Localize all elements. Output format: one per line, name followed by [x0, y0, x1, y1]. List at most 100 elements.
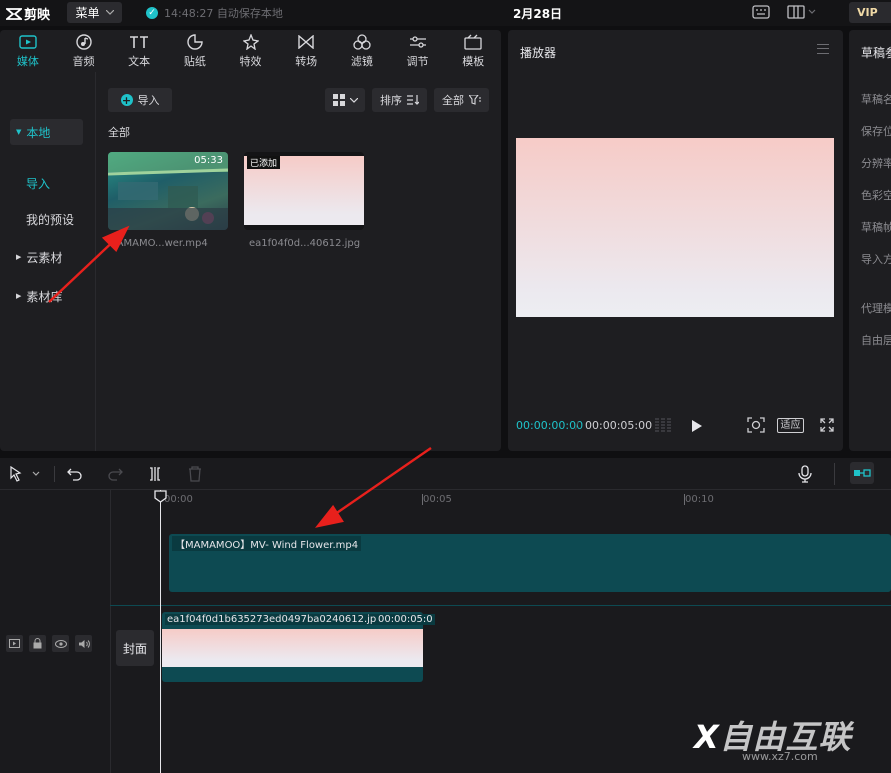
eye-icon[interactable]	[52, 635, 69, 652]
tab-label: 转场	[295, 54, 318, 68]
tab-label: 滤镜	[350, 54, 373, 68]
player-title: 播放器	[520, 46, 557, 60]
media-sidebar: ▼ 本地 导入 我的预设 ▶ 云素材 ▶ 素材库	[0, 72, 96, 451]
watermark-url: www.xz7.com	[742, 750, 818, 763]
transition-icon	[298, 34, 314, 50]
tab-label: 贴纸	[183, 54, 206, 68]
fit-ratio-button[interactable]: 适应	[777, 418, 804, 433]
draft-panel-title: 草稿参	[861, 46, 891, 60]
view-mode-button[interactable]	[325, 88, 365, 112]
template-icon	[464, 34, 482, 50]
added-badge: 已添加	[247, 156, 281, 169]
tab-sticker[interactable]: 贴纸	[167, 30, 223, 72]
waveform-icon[interactable]	[654, 418, 674, 432]
keyboard-icon[interactable]	[752, 5, 770, 19]
tab-filter[interactable]: 滤镜	[334, 30, 390, 72]
tab-transition[interactable]: 转场	[278, 30, 334, 72]
effects-icon	[242, 33, 259, 50]
sort-icon	[407, 95, 419, 105]
media-item-image-name: ea1f04f0d...40612.jpg	[249, 238, 361, 249]
player-panel: 播放器 00:00:00:00 / 00:00:05:00 适应	[508, 30, 843, 451]
redo-icon[interactable]	[107, 466, 123, 482]
sidebar-item-library[interactable]: ▶ 素材库	[10, 283, 83, 309]
draft-settings-panel: 草稿参 草稿名 保存位 分辨率 色彩空 草稿帧 导入方 代理模 自由层	[849, 30, 891, 451]
filter-icon	[353, 33, 371, 50]
draft-field: 保存位	[861, 125, 891, 138]
adjust-icon	[409, 34, 427, 50]
select-tool-icon[interactable]	[9, 466, 43, 482]
layout-icon[interactable]	[787, 5, 817, 19]
draft-field: 草稿名	[861, 93, 891, 106]
draft-field: 色彩空	[861, 189, 891, 202]
filter-button[interactable]: 全部	[434, 88, 489, 112]
sort-button[interactable]: 排序	[372, 88, 427, 112]
tab-label: 音频	[72, 54, 95, 68]
ruler-tick-label: 00:00	[164, 494, 193, 505]
media-item-image[interactable]: 已添加	[244, 152, 364, 230]
sticker-icon	[187, 33, 203, 50]
draft-field: 代理模	[861, 302, 891, 315]
tab-template[interactable]: 模板	[445, 30, 501, 72]
vip-button[interactable]: VIP	[849, 2, 891, 23]
media-item-video-name: MAMAMO...wer.mp4	[108, 238, 208, 249]
delete-icon[interactable]	[187, 466, 203, 482]
link-toggle-button[interactable]	[850, 462, 874, 484]
tab-label: 媒体	[16, 54, 39, 68]
playhead[interactable]	[160, 490, 161, 773]
timeline-toolbar	[0, 458, 891, 490]
tab-label: 模板	[462, 54, 485, 68]
clip-label: 【MAMAMOO】MV- Wind Flower.mp4	[172, 536, 362, 551]
grid-view-icon	[332, 94, 345, 106]
cover-button[interactable]: 封面	[116, 630, 154, 666]
tool-tabs: 媒体 音频 文本 贴纸 特效 转场 滤镜 调节 模板	[0, 30, 501, 72]
title-bar: 剪映 菜单 ✓ 14:48:27 自动保存本地 2月28日 VIP	[0, 0, 891, 26]
microphone-icon[interactable]	[797, 465, 813, 483]
sidebar-item-import[interactable]: 导入	[26, 175, 50, 192]
clip-label: ea1f04f0d1b635273ed0497ba0240612.jpg	[165, 614, 385, 625]
text-icon	[129, 34, 149, 50]
media-item-video[interactable]: 05:33	[108, 152, 228, 230]
fullscreen-icon[interactable]	[820, 418, 834, 432]
image-clip[interactable]: ea1f04f0d1b635273ed0497ba0240612.jpg 00:…	[162, 612, 435, 682]
sidebar-item-cloud[interactable]: ▶ 云素材	[10, 244, 83, 270]
filter-icon	[469, 95, 481, 105]
ruler-tick-label: 00:10	[685, 494, 714, 505]
menu-button[interactable]: 菜单	[67, 2, 122, 23]
draft-field: 草稿帧	[861, 221, 891, 234]
timeline-ruler[interactable]: 00:00 00:05 00:10	[110, 490, 891, 510]
undo-icon[interactable]	[67, 466, 83, 482]
playhead-handle-icon[interactable]	[154, 490, 167, 503]
draft-field: 分辨率	[861, 157, 891, 170]
clip-duration: 00:00:05:0	[376, 614, 435, 625]
preview-canvas	[516, 138, 834, 317]
audio-icon	[75, 33, 92, 50]
tab-label: 调节	[406, 54, 429, 68]
project-title: 2月28日	[513, 7, 563, 21]
tab-label: 文本	[128, 54, 151, 68]
video-clip[interactable]: 【MAMAMOO】MV- Wind Flower.mp4	[169, 534, 891, 592]
menu-icon[interactable]	[817, 44, 829, 54]
tab-audio[interactable]: 音频	[56, 30, 112, 72]
current-time: 00:00:00:00	[516, 419, 584, 432]
import-button[interactable]: + 导入	[108, 88, 172, 112]
sidebar-item-local[interactable]: ▼ 本地	[10, 119, 83, 145]
sidebar-item-my-presets[interactable]: 我的预设	[26, 211, 74, 228]
tab-effects[interactable]: 特效	[223, 30, 279, 72]
ruler-tick-label: 00:05	[423, 494, 452, 505]
total-time: 00:00:05:00	[585, 419, 653, 432]
draft-field: 导入方	[861, 253, 891, 266]
tab-media[interactable]: 媒体	[0, 30, 56, 72]
tab-text[interactable]: 文本	[111, 30, 167, 72]
capcut-logo-icon	[6, 7, 22, 20]
track-controls	[6, 635, 92, 652]
screenshot-icon[interactable]	[747, 417, 765, 433]
chevron-down-icon	[105, 10, 114, 15]
split-icon[interactable]	[147, 466, 163, 482]
tab-adjust[interactable]: 调节	[390, 30, 446, 72]
lock-icon[interactable]	[29, 635, 46, 652]
media-icon	[19, 34, 37, 50]
plus-icon: +	[120, 93, 133, 107]
track-video-icon[interactable]	[6, 635, 23, 652]
play-icon[interactable]	[691, 419, 703, 433]
volume-icon[interactable]	[75, 635, 92, 652]
